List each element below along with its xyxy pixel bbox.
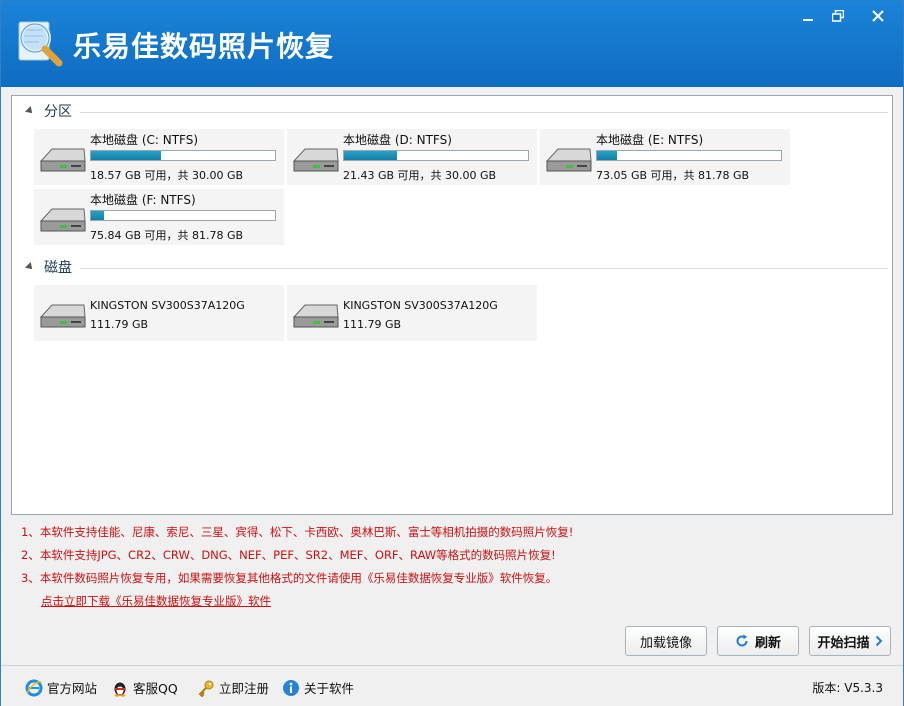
register-link[interactable]: 立即注册 (197, 678, 269, 697)
disk-item[interactable]: KINGSTON SV300S37A120G 111.79 GB (287, 285, 537, 341)
usage-bar (90, 210, 276, 221)
refresh-label: 刷新 (754, 635, 781, 651)
usage-bar-fill (344, 151, 397, 160)
register-label: 立即注册 (219, 681, 270, 696)
partition-item[interactable]: 本地磁盘 (F: NTFS) 75.84 GB 可用，共 81.78 GB (34, 189, 284, 245)
website-link[interactable]: 官方网站 (25, 678, 97, 697)
partition-name: 本地磁盘 (C: NTFS) (90, 133, 199, 147)
usage-bar-fill (91, 211, 105, 220)
disk-capacity: 111.79 GB (90, 318, 149, 331)
close-button[interactable] (853, 1, 903, 31)
window-controls (793, 1, 903, 37)
load-image-label: 加载镜像 (639, 635, 692, 651)
hard-drive-icon (39, 148, 86, 172)
partition-capacity: 75.84 GB 可用，共 81.78 GB (90, 229, 244, 242)
partition-name: 本地磁盘 (D: NTFS) (343, 133, 452, 147)
app-window: 乐易佳数码照片恢复 分区 本地磁盘 (C: NTFS) 18.57 GB 可用，… (0, 0, 904, 706)
partition-item[interactable]: 本地磁盘 (E: NTFS) 73.05 GB 可用，共 81.78 GB (540, 129, 790, 185)
status-bar: 官方网站 客服QQ 立即注册 关于软件 版本: V5.3.3 (1, 665, 903, 706)
usage-bar-fill (597, 151, 617, 160)
support-qq-label: 客服QQ (133, 681, 178, 696)
about-link[interactable]: 关于软件 (282, 678, 354, 697)
partition-item[interactable]: 本地磁盘 (D: NTFS) 21.43 GB 可用，共 30.00 GB (287, 129, 537, 185)
about-label: 关于软件 (304, 681, 355, 696)
version-text: 版本: V5.3.3 (812, 681, 883, 695)
usage-bar (343, 150, 529, 161)
hard-drive-icon (292, 148, 339, 172)
group-divider (80, 111, 888, 113)
key-icon (197, 679, 215, 697)
partition-name: 本地磁盘 (F: NTFS) (90, 193, 196, 207)
drive-list-panel: 分区 本地磁盘 (C: NTFS) 18.57 GB 可用，共 30.00 GB… (11, 95, 893, 515)
app-title: 乐易佳数码照片恢复 (73, 30, 335, 63)
hard-drive-icon (292, 304, 339, 328)
disk-capacity: 111.79 GB (343, 318, 402, 331)
disk-group-title: 磁盘 (44, 260, 72, 276)
partition-name: 本地磁盘 (E: NTFS) (596, 133, 704, 147)
note-line: 1、本软件支持佳能、尼康、索尼、三星、宾得、松下、卡西欧、奥林巴斯、富士等相机拍… (21, 525, 574, 539)
collapse-arrow-icon (25, 262, 35, 272)
notes-area: 1、本软件支持佳能、尼康、索尼、三星、宾得、松下、卡西欧、奥林巴斯、富士等相机拍… (21, 521, 574, 608)
info-icon (282, 679, 300, 697)
disk-item[interactable]: KINGSTON SV300S37A120G 111.79 GB (34, 285, 284, 341)
usage-bar-fill (91, 151, 162, 160)
partition-group-title: 分区 (44, 104, 72, 120)
title-bar: 乐易佳数码照片恢复 (1, 1, 903, 87)
refresh-button[interactable]: 刷新 (717, 626, 799, 656)
download-pro-link[interactable]: 点击立即下载《乐易佳数据恢复专业版》软件 (41, 590, 271, 613)
support-qq-link[interactable]: 客服QQ (111, 678, 178, 697)
restore-icon (832, 10, 844, 22)
partition-item[interactable]: 本地磁盘 (C: NTFS) 18.57 GB 可用，共 30.00 GB (34, 129, 284, 185)
close-icon (872, 10, 884, 22)
partition-capacity: 21.43 GB 可用，共 30.00 GB (343, 169, 497, 182)
usage-bar (596, 150, 782, 161)
qq-penguin-icon (111, 679, 129, 697)
internet-explorer-icon (25, 679, 43, 697)
note-line: 3、本软件数码照片恢复专用，如果需要恢复其他格式的文件请使用《乐易佳数据恢复专业… (21, 571, 558, 585)
hard-drive-icon (39, 304, 86, 328)
load-image-button[interactable]: 加载镜像 (625, 626, 707, 656)
disk-name: KINGSTON SV300S37A120G (90, 299, 245, 312)
refresh-icon (735, 634, 749, 648)
chevron-right-icon (875, 635, 883, 647)
start-scan-button[interactable]: 开始扫描 (809, 626, 891, 656)
hard-drive-icon (39, 208, 86, 232)
magnifier-logo-icon (18, 21, 63, 67)
partition-capacity: 73.05 GB 可用，共 81.78 GB (596, 169, 750, 182)
minimize-icon (803, 19, 813, 21)
note-line: 2、本软件支持JPG、CR2、CRW、DNG、NEF、PEF、SR2、MEF、O… (21, 548, 556, 562)
hard-drive-icon (545, 148, 592, 172)
disk-group-header[interactable]: 磁盘 (25, 257, 888, 277)
usage-bar (90, 150, 276, 161)
disk-name: KINGSTON SV300S37A120G (343, 299, 498, 312)
partition-group-header[interactable]: 分区 (25, 101, 888, 121)
start-scan-label: 开始扫描 (817, 635, 870, 651)
collapse-arrow-icon (25, 106, 35, 116)
minimize-button[interactable] (793, 1, 823, 31)
website-label: 官方网站 (47, 681, 98, 696)
group-divider (80, 267, 888, 269)
restore-button[interactable] (823, 1, 853, 31)
partition-capacity: 18.57 GB 可用，共 30.00 GB (90, 169, 244, 182)
